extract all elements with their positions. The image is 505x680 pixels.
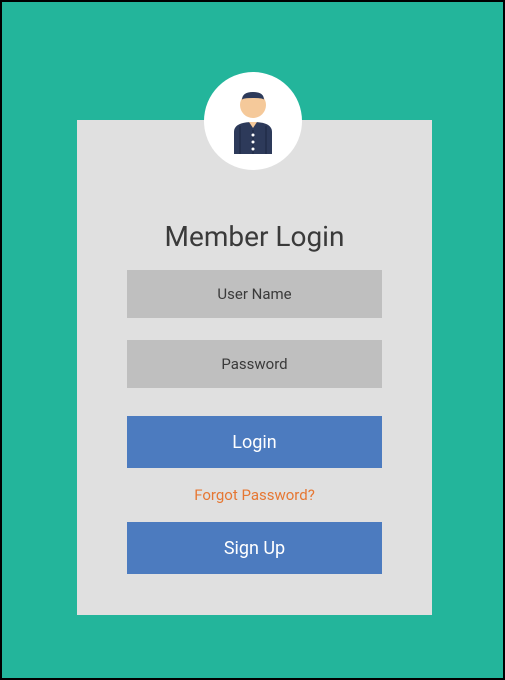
- password-input[interactable]: [127, 340, 382, 388]
- signup-button[interactable]: Sign Up: [127, 522, 382, 574]
- user-avatar-icon: [226, 88, 280, 154]
- login-card: Member Login Login Forgot Password? Sign…: [77, 120, 432, 615]
- avatar-circle: [204, 72, 302, 170]
- page-background: Member Login Login Forgot Password? Sign…: [0, 0, 505, 680]
- forgot-password-link[interactable]: Forgot Password?: [127, 486, 382, 504]
- page-title: Member Login: [77, 220, 432, 253]
- login-form: Login Forgot Password? Sign Up: [127, 270, 382, 574]
- login-button[interactable]: Login: [127, 416, 382, 468]
- username-input[interactable]: [127, 270, 382, 318]
